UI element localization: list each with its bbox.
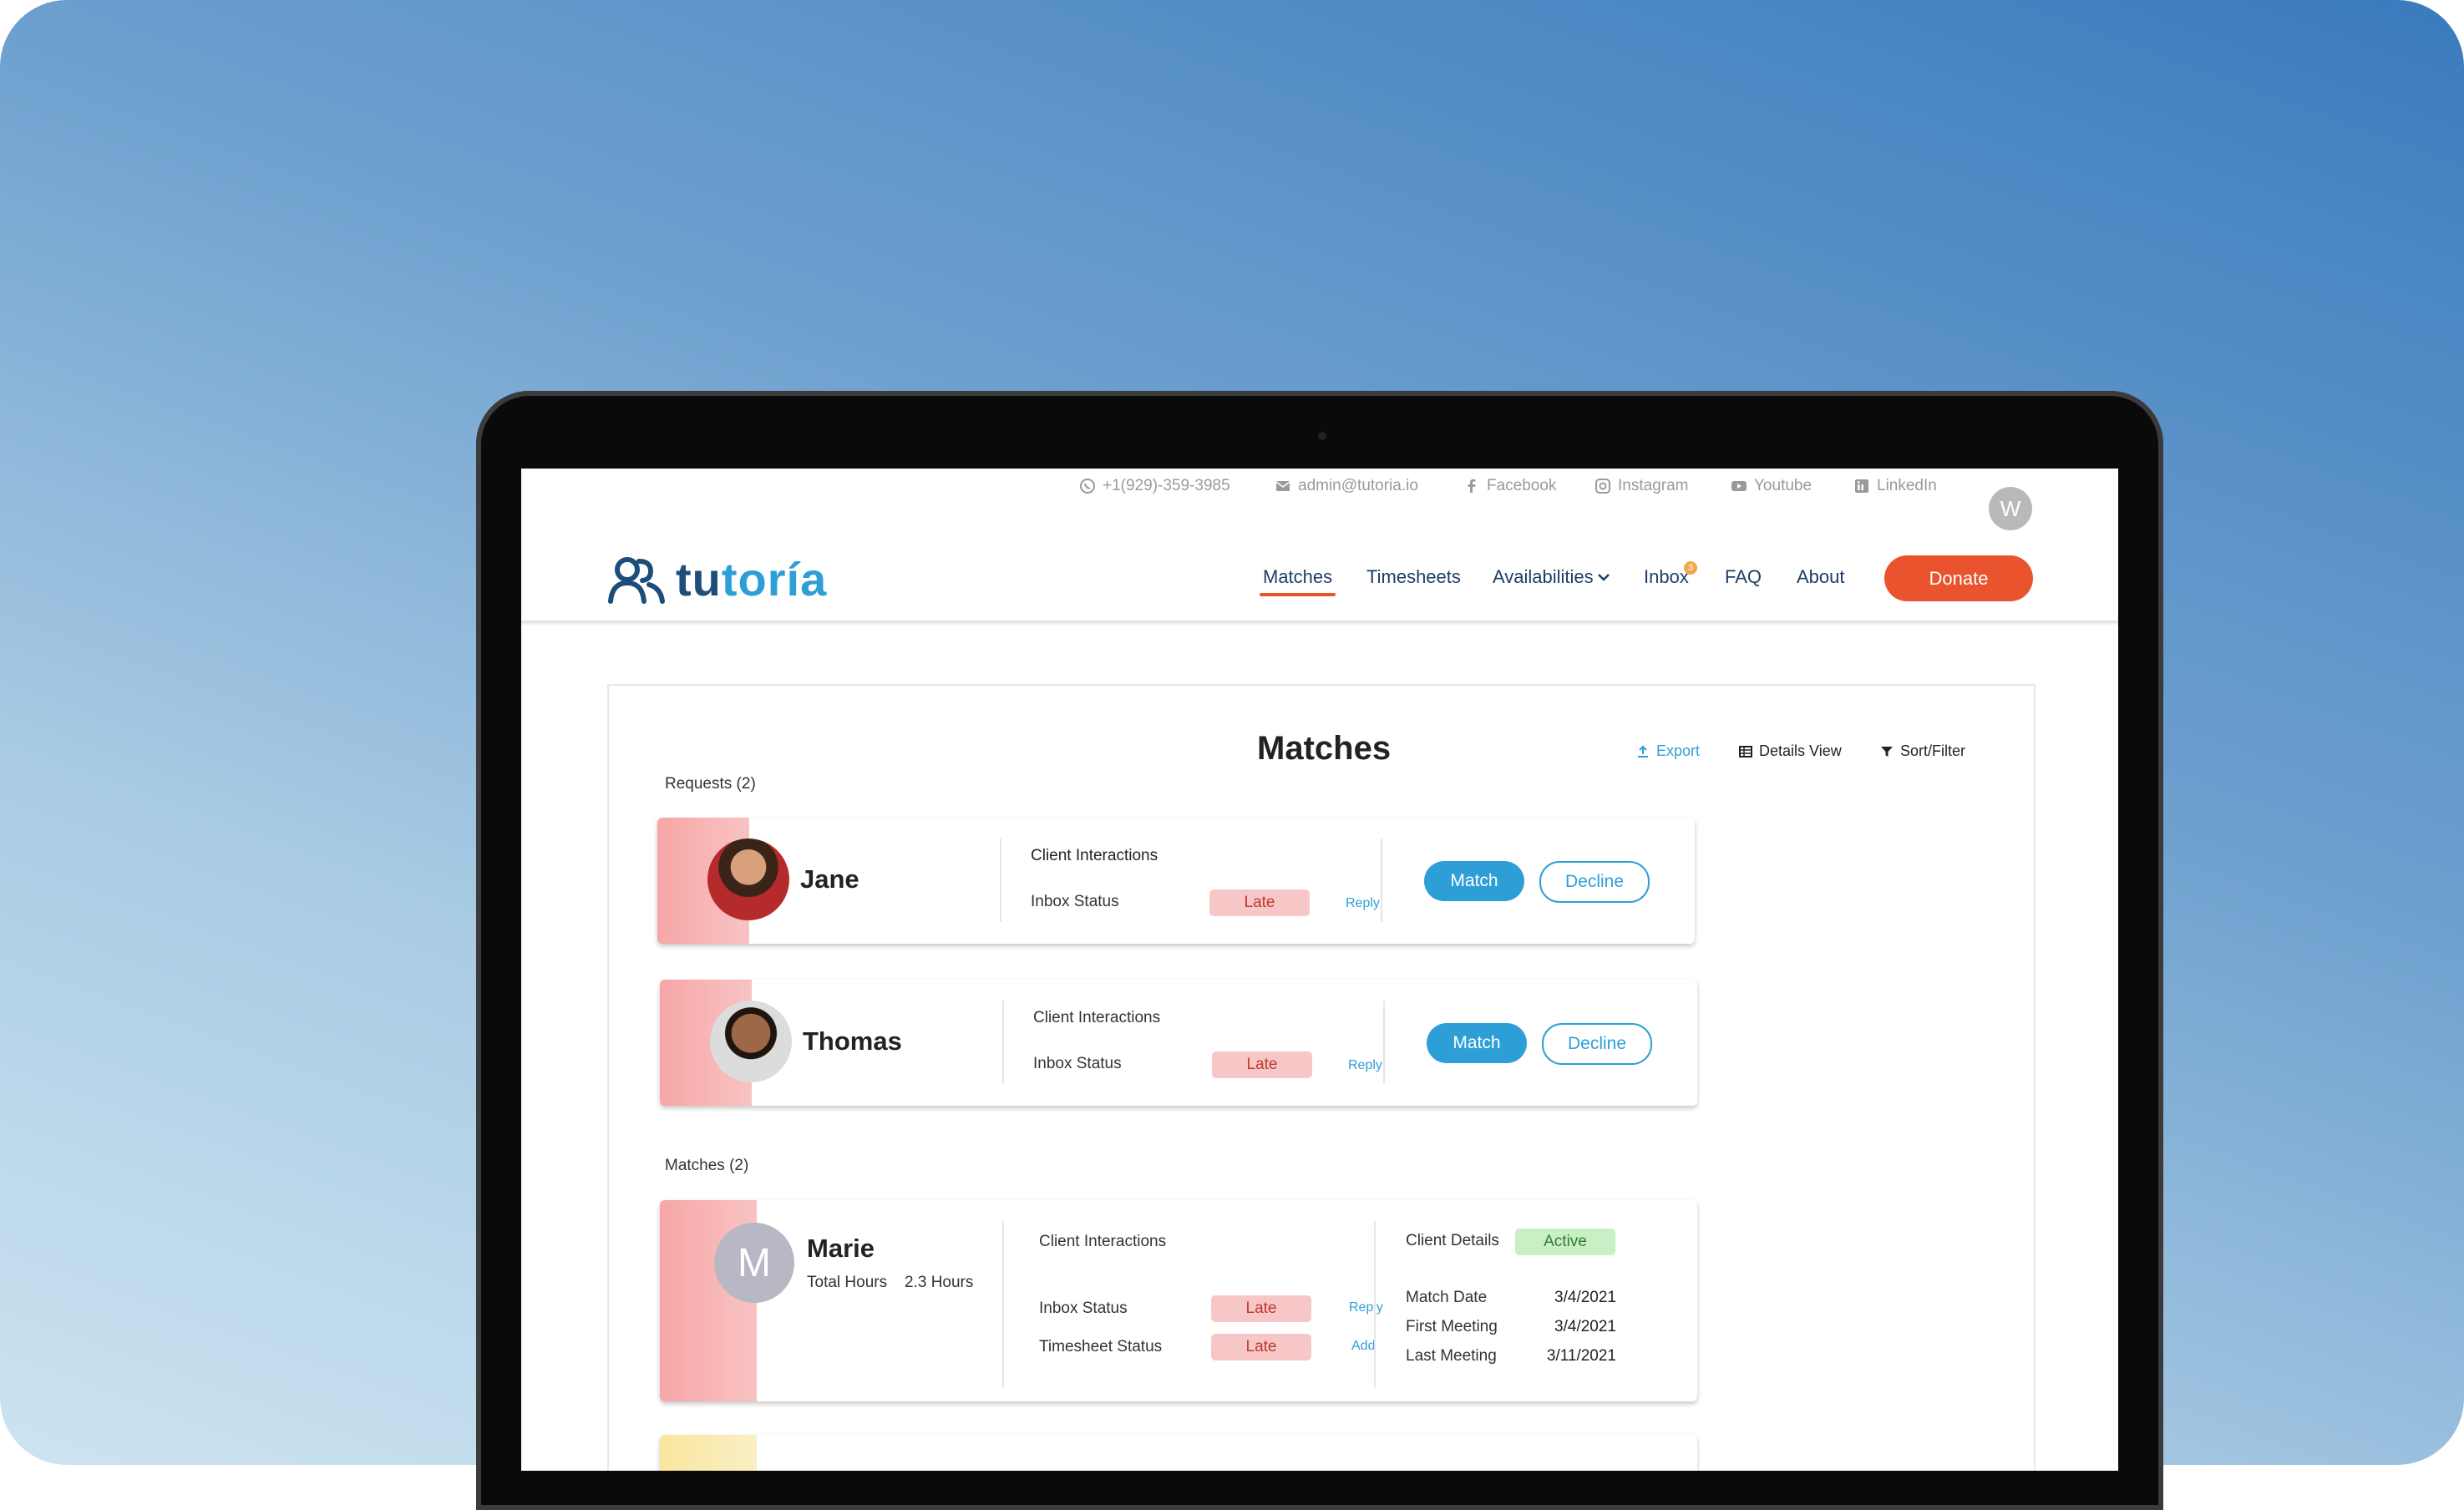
sort-filter-button[interactable]: Sort/Filter bbox=[1880, 742, 1965, 760]
requests-section-label: Requests (2) bbox=[665, 775, 756, 793]
request-name: Jane bbox=[800, 864, 859, 894]
nav-inbox[interactable]: Inbox bbox=[1644, 566, 1689, 588]
status-stripe bbox=[660, 1435, 757, 1471]
linkedin-icon bbox=[1855, 479, 1868, 493]
brand-wordmark: tutoría bbox=[676, 552, 827, 606]
match-name: Marie bbox=[807, 1234, 875, 1263]
last-meeting-label: Last Meeting bbox=[1406, 1347, 1497, 1365]
request-card[interactable]: Jane Client Interactions Inbox Status La… bbox=[657, 818, 1695, 944]
email-contact[interactable]: admin@tutoria.io bbox=[1275, 477, 1418, 495]
match-date-value: 3/4/2021 bbox=[1554, 1289, 1616, 1306]
avatar bbox=[710, 1001, 792, 1082]
avatar bbox=[707, 839, 789, 920]
export-button[interactable]: Export bbox=[1636, 742, 1700, 760]
nav-faq[interactable]: FAQ bbox=[1725, 566, 1762, 588]
first-meeting-label: First Meeting bbox=[1406, 1318, 1498, 1335]
reply-link[interactable]: Reply bbox=[1348, 1058, 1382, 1073]
inbox-status-badge: Late bbox=[1209, 889, 1310, 916]
youtube-link[interactable]: Youtube bbox=[1731, 477, 1812, 495]
sort-filter-label: Sort/Filter bbox=[1900, 742, 1966, 759]
instagram-label: Instagram bbox=[1618, 477, 1689, 494]
nav-matches[interactable]: Matches bbox=[1259, 566, 1336, 596]
divider bbox=[1002, 1221, 1004, 1388]
mail-icon bbox=[1275, 481, 1290, 491]
chevron-down-icon bbox=[1597, 574, 1610, 581]
facebook-icon bbox=[1468, 479, 1476, 493]
match-button[interactable]: Match bbox=[1424, 861, 1524, 901]
email-text: admin@tutoria.io bbox=[1298, 477, 1418, 494]
inbox-status-badge: Late bbox=[1211, 1295, 1311, 1322]
match-card[interactable] bbox=[660, 1435, 1697, 1471]
brand-part1: tu bbox=[676, 553, 722, 606]
phone-contact[interactable]: +1(929)-359-3985 bbox=[1079, 477, 1230, 495]
last-meeting-value: 3/11/2021 bbox=[1546, 1347, 1616, 1365]
inbox-status-label: Inbox Status bbox=[1033, 1055, 1122, 1072]
divider bbox=[1002, 1001, 1004, 1084]
inbox-badge: 3 bbox=[1684, 561, 1697, 575]
divider bbox=[1000, 839, 1001, 922]
nav-divider bbox=[521, 621, 2118, 626]
add-link[interactable]: Add bbox=[1351, 1339, 1375, 1354]
client-details-label: Client Details bbox=[1406, 1232, 1499, 1249]
camera bbox=[1318, 432, 1326, 440]
nav-availabilities[interactable]: Availabilities bbox=[1493, 566, 1610, 588]
youtube-icon bbox=[1731, 481, 1747, 491]
divider bbox=[1381, 839, 1382, 922]
linkedin-label: LinkedIn bbox=[1877, 477, 1937, 494]
nav-availabilities-label: Availabilities bbox=[1493, 566, 1594, 587]
avatar: M bbox=[714, 1223, 794, 1303]
instagram-link[interactable]: Instagram bbox=[1595, 477, 1688, 495]
match-button[interactable]: Match bbox=[1427, 1023, 1527, 1063]
timesheet-status-label: Timesheet Status bbox=[1039, 1338, 1163, 1355]
match-card[interactable]: M Marie Total Hours 2.3 Hours Client Int… bbox=[660, 1200, 1697, 1401]
nav-about[interactable]: About bbox=[1797, 566, 1845, 588]
details-view-button[interactable]: Details View bbox=[1739, 742, 1842, 760]
total-hours-label: Total Hours bbox=[807, 1274, 888, 1291]
total-hours-value: 2.3 Hours bbox=[905, 1274, 974, 1291]
page-title: Matches bbox=[1257, 730, 1392, 767]
timesheet-status-badge: Late bbox=[1211, 1334, 1311, 1361]
whatsapp-icon bbox=[1080, 479, 1095, 494]
inbox-status-label: Inbox Status bbox=[1031, 893, 1119, 910]
decline-button[interactable]: Decline bbox=[1539, 861, 1650, 903]
first-meeting-value: 3/4/2021 bbox=[1554, 1318, 1616, 1335]
divider bbox=[1374, 1221, 1376, 1388]
upload-icon bbox=[1638, 745, 1648, 758]
nav-timesheets[interactable]: Timesheets bbox=[1366, 566, 1461, 588]
filter-icon bbox=[1881, 746, 1893, 757]
details-view-label: Details View bbox=[1759, 742, 1842, 759]
linkedin-link[interactable]: LinkedIn bbox=[1853, 477, 1937, 495]
match-date-label: Match Date bbox=[1406, 1289, 1488, 1306]
people-logo-icon bbox=[608, 556, 665, 604]
donate-button[interactable]: Donate bbox=[1884, 555, 2033, 601]
user-avatar[interactable]: W bbox=[1989, 487, 2032, 530]
request-card[interactable]: Thomas Client Interactions Inbox Status … bbox=[660, 980, 1697, 1106]
export-label: Export bbox=[1656, 742, 1701, 759]
instagram-icon bbox=[1595, 479, 1610, 494]
client-interactions-label: Client Interactions bbox=[1033, 1009, 1161, 1026]
inbox-status-label: Inbox Status bbox=[1039, 1300, 1128, 1317]
reply-link[interactable]: Reply bbox=[1346, 896, 1380, 911]
app-screen: +1(929)-359-3985 admin@tutoria.io Facebo… bbox=[521, 469, 2118, 1471]
youtube-label: Youtube bbox=[1754, 477, 1813, 494]
client-interactions-label: Client Interactions bbox=[1039, 1233, 1167, 1250]
table-icon bbox=[1739, 745, 1752, 758]
request-name: Thomas bbox=[803, 1026, 902, 1056]
brand-part2: toría bbox=[721, 553, 828, 606]
inbox-status-badge: Late bbox=[1212, 1051, 1312, 1078]
active-status-badge: Active bbox=[1515, 1229, 1615, 1255]
phone-text: +1(929)-359-3985 bbox=[1103, 477, 1230, 494]
decline-button[interactable]: Decline bbox=[1542, 1023, 1652, 1065]
facebook-link[interactable]: Facebook bbox=[1463, 477, 1556, 495]
divider bbox=[1383, 1001, 1385, 1084]
reply-link[interactable]: Reply bbox=[1349, 1300, 1383, 1315]
matches-section-label: Matches (2) bbox=[665, 1157, 749, 1174]
brand-logo[interactable]: tutoría bbox=[607, 552, 827, 606]
client-interactions-label: Client Interactions bbox=[1031, 847, 1158, 864]
facebook-label: Facebook bbox=[1487, 477, 1557, 494]
